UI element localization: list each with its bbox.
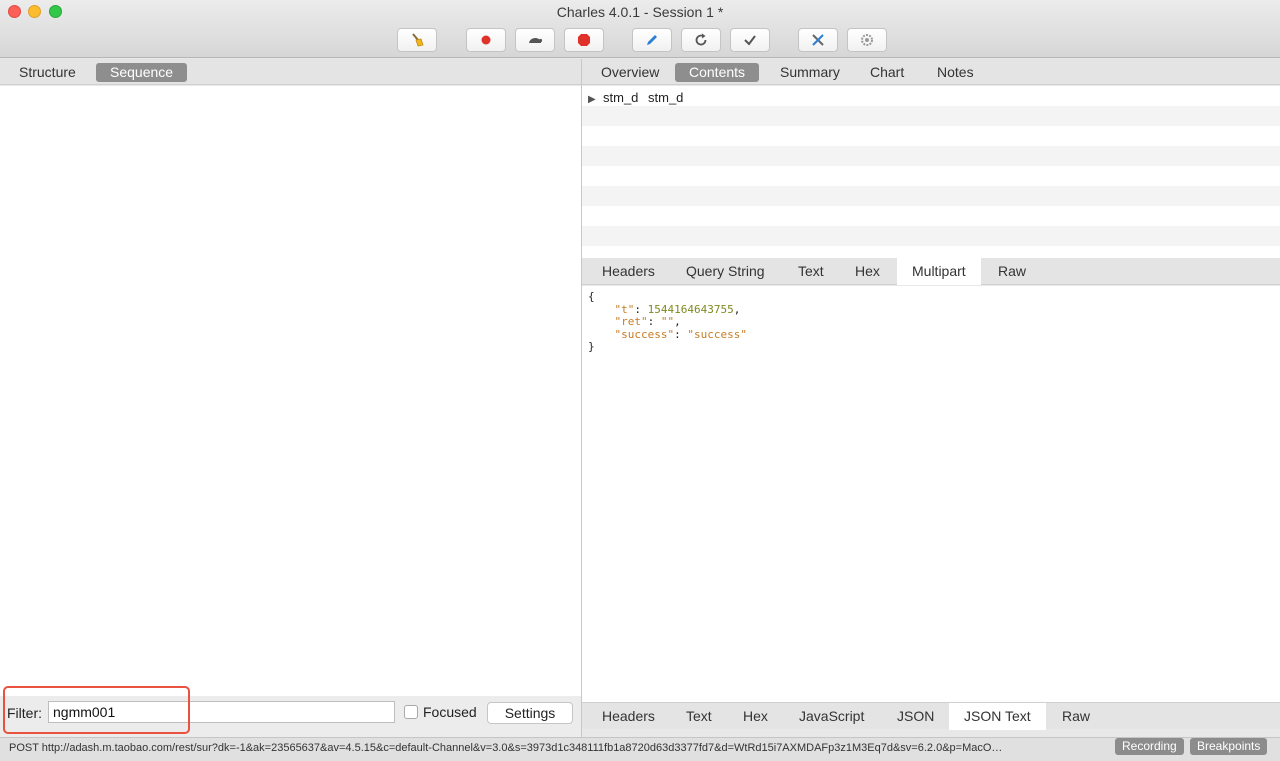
tab-response-text[interactable]: Text — [671, 703, 727, 730]
tree-row — [582, 186, 1280, 206]
tab-structure[interactable]: Structure — [5, 63, 90, 82]
tab-request-raw[interactable]: Raw — [983, 258, 1041, 285]
left-view-tabs: Structure Sequence — [0, 59, 581, 85]
tab-sequence[interactable]: Sequence — [96, 63, 188, 82]
tab-javascript[interactable]: JavaScript — [784, 703, 879, 730]
settings-button[interactable] — [847, 28, 887, 52]
tree-row[interactable]: ▶ stm_d stm_d — [582, 86, 1280, 106]
json-value: "success" — [687, 327, 747, 341]
tab-notes[interactable]: Notes — [923, 63, 988, 82]
breakpoints-button[interactable] — [564, 28, 604, 52]
json-viewer[interactable]: { "t": 1544164643755, "ret": "", "succes… — [582, 286, 1280, 702]
window-title: Charles 4.0.1 - Session 1 * — [556, 4, 724, 20]
settings-icon — [861, 34, 873, 46]
filter-input[interactable] — [48, 701, 395, 723]
status-bar: POST http://adash.m.taobao.com/rest/sur?… — [0, 737, 1280, 761]
tools-icon — [812, 34, 824, 46]
breakpoints-icon — [578, 34, 590, 46]
json-separator: , — [674, 315, 681, 328]
tab-response-headers[interactable]: Headers — [587, 703, 670, 730]
record-button[interactable] — [466, 28, 506, 52]
tab-contents[interactable]: Contents — [675, 63, 760, 82]
repeat-button[interactable] — [681, 28, 721, 52]
tree-row — [582, 146, 1280, 166]
tab-multipart[interactable]: Multipart — [897, 258, 981, 285]
tab-response-raw[interactable]: Raw — [1047, 703, 1105, 730]
multipart-tree: ▶ stm_d stm_d — [582, 86, 1280, 258]
response-tabs: Headers Text Hex JavaScript JSON JSON Te… — [582, 702, 1280, 730]
json-value: 1544164643755 — [647, 302, 734, 316]
sequence-list[interactable] — [0, 86, 581, 696]
tab-chart[interactable]: Chart — [856, 63, 918, 82]
focused-label: Focused — [423, 704, 477, 720]
filter-settings-button[interactable]: Settings — [487, 702, 573, 724]
json-key: "t" — [614, 302, 635, 316]
validate-button[interactable] — [730, 28, 770, 52]
compose-icon — [647, 35, 657, 45]
recording-status-button[interactable]: Recording — [1115, 738, 1184, 755]
tab-response-hex[interactable]: Hex — [728, 703, 783, 730]
status-url: POST http://adash.m.taobao.com/rest/sur?… — [9, 742, 1003, 754]
title-bar: Charles 4.0.1 - Session 1 * — [0, 0, 1280, 58]
tab-query-string[interactable]: Query String — [671, 258, 780, 285]
focused-checkbox[interactable] — [404, 705, 418, 719]
tab-request-hex[interactable]: Hex — [840, 258, 895, 285]
tree-row — [582, 226, 1280, 246]
json-key: "success" — [614, 327, 675, 341]
tab-overview[interactable]: Overview — [587, 63, 673, 82]
json-separator: , — [733, 302, 741, 316]
tools-button[interactable] — [798, 28, 838, 52]
tree-row — [582, 166, 1280, 186]
json-key: "ret" — [614, 315, 648, 328]
json-close-brace: } — [588, 340, 595, 353]
throttle-button[interactable] — [515, 28, 555, 52]
disclosure-triangle-icon[interactable]: ▶ — [588, 90, 596, 110]
filter-bar: Filter: Focused Settings — [0, 696, 581, 737]
right-view-tabs: Overview Contents Summary Chart Notes — [582, 59, 1280, 85]
tab-json-text[interactable]: JSON Text — [949, 703, 1046, 730]
tree-row — [582, 106, 1280, 126]
record-icon — [481, 35, 491, 45]
json-open-brace: { — [588, 290, 595, 303]
tab-json[interactable]: JSON — [882, 703, 949, 730]
compose-button[interactable] — [632, 28, 672, 52]
json-value: "" — [660, 315, 675, 328]
tree-row — [582, 206, 1280, 226]
breakpoints-status-button[interactable]: Breakpoints — [1190, 738, 1268, 755]
tree-row — [582, 126, 1280, 146]
filter-label: Filter: — [7, 705, 42, 721]
validate-icon — [744, 35, 756, 46]
tree-value: stm_d — [648, 90, 684, 105]
tree-key: stm_d — [603, 90, 639, 105]
tab-request-text[interactable]: Text — [783, 258, 839, 285]
repeat-icon — [695, 33, 707, 46]
throttle-icon — [529, 37, 543, 43]
tab-request-headers[interactable]: Headers — [587, 258, 670, 285]
broom-icon — [412, 33, 424, 47]
tab-summary[interactable]: Summary — [766, 63, 854, 82]
request-tabs: Headers Query String Text Hex Multipart … — [582, 258, 1280, 285]
clear-session-button[interactable] — [397, 28, 437, 52]
